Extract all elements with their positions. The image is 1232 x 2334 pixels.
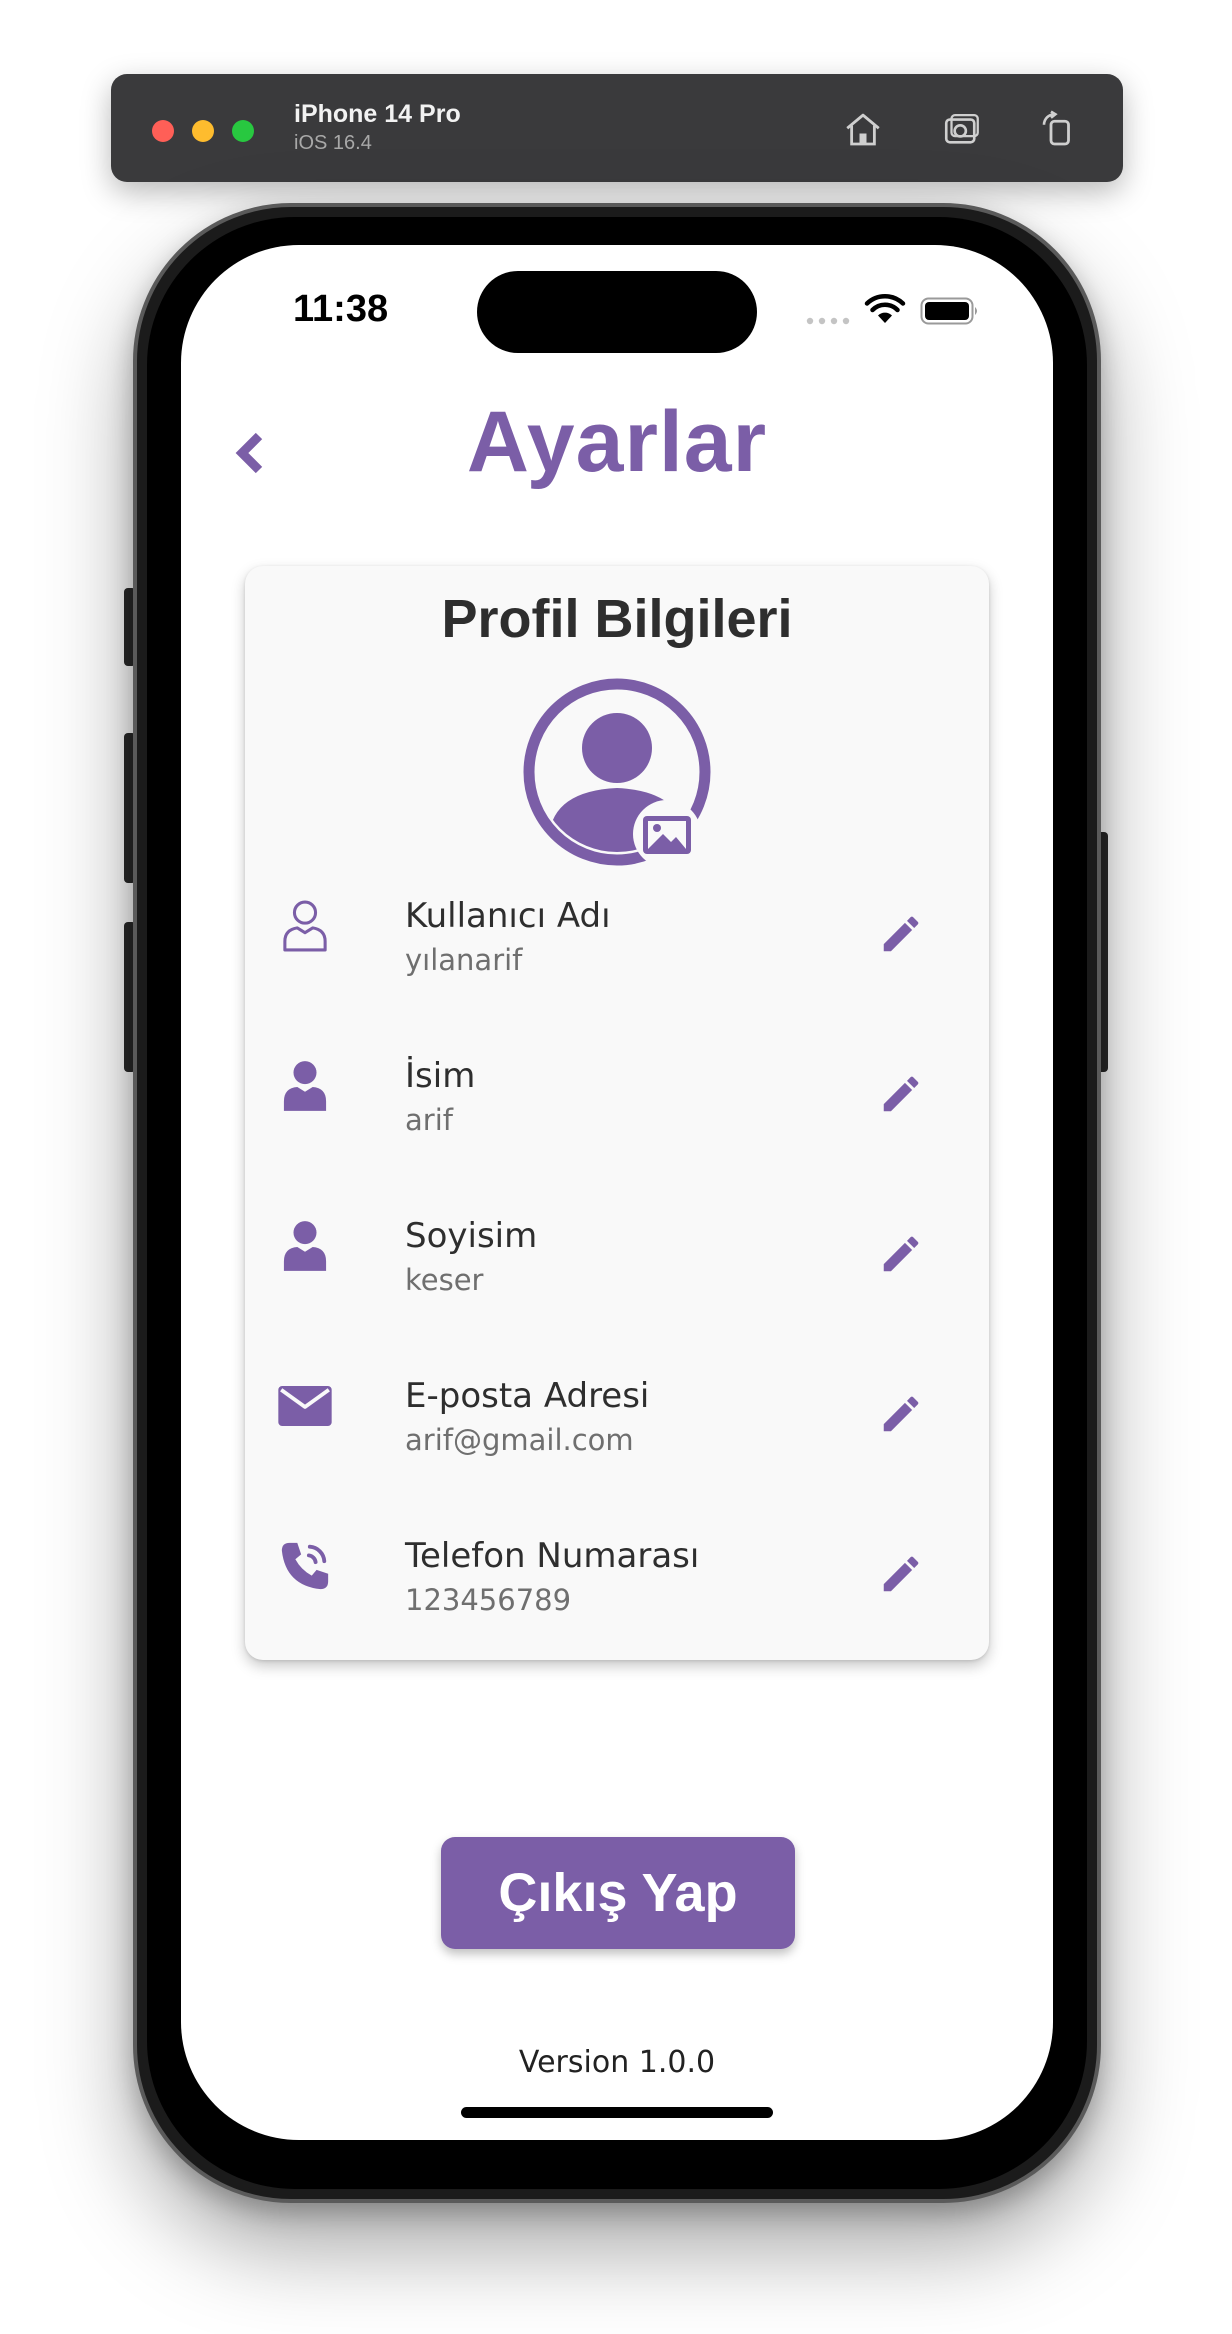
field-label: Soyisim bbox=[405, 1216, 538, 1256]
edit-phone-button[interactable] bbox=[871, 1544, 931, 1604]
profile-card: Profil Bilgileri Kullanıcı Adı yılanarif… bbox=[245, 566, 989, 1660]
device-name: iPhone 14 Pro bbox=[294, 100, 461, 128]
edit-username-button[interactable] bbox=[871, 904, 931, 964]
envelope-icon bbox=[275, 1376, 335, 1436]
field-value: arif bbox=[405, 1103, 453, 1137]
phone-screen: 11:38 Ayarlar Profil Bilgileri Kullanıcı… bbox=[181, 245, 1053, 2140]
app-version: Version 1.0.0 bbox=[518, 2045, 716, 2080]
pencil-icon bbox=[883, 1236, 919, 1272]
logout-button[interactable]: Çıkış Yap bbox=[441, 1837, 795, 1949]
rotate-button[interactable] bbox=[1030, 102, 1086, 158]
profile-field-email: E-posta Adresi arif@gmail.com bbox=[245, 1366, 989, 1496]
field-label: E-posta Adresi bbox=[405, 1376, 650, 1416]
field-value: yılanarif bbox=[405, 943, 523, 977]
pencil-icon bbox=[883, 916, 919, 952]
pencil-icon bbox=[883, 1556, 919, 1592]
status-time: 11:38 bbox=[293, 288, 389, 330]
edit-first-name-button[interactable] bbox=[871, 1064, 931, 1124]
card-title: Profil Bilgileri bbox=[441, 589, 793, 649]
field-value: keser bbox=[405, 1263, 484, 1297]
edit-last-name-button[interactable] bbox=[871, 1224, 931, 1284]
account-circle-photo-icon bbox=[523, 678, 711, 868]
profile-field-username: Kullanıcı Adı yılanarif bbox=[245, 886, 989, 1016]
user-outline-icon bbox=[275, 896, 335, 956]
field-label: Telefon Numarası bbox=[405, 1536, 700, 1576]
minimize-window-button[interactable] bbox=[192, 120, 214, 142]
wifi-icon bbox=[864, 294, 906, 323]
screenshot-button[interactable] bbox=[934, 102, 990, 158]
profile-field-first-name: İsim arif bbox=[245, 1046, 989, 1176]
user-filled-icon bbox=[275, 1056, 335, 1116]
field-value: arif@gmail.com bbox=[405, 1423, 634, 1457]
phone-ringing-icon bbox=[275, 1536, 335, 1596]
edit-email-button[interactable] bbox=[871, 1384, 931, 1444]
pencil-icon bbox=[883, 1076, 919, 1112]
page-title: Ayarlar bbox=[466, 394, 768, 490]
cellular-signal-icon bbox=[806, 317, 850, 325]
user-filled-icon bbox=[275, 1216, 335, 1276]
simulator-title-bar: iPhone 14 Pro iOS 16.4 bbox=[111, 74, 1123, 182]
close-window-button[interactable] bbox=[152, 120, 174, 142]
screenshot-icon bbox=[944, 113, 979, 144]
rotate-icon bbox=[1042, 110, 1070, 146]
battery-icon bbox=[920, 297, 977, 325]
field-value: 123456789 bbox=[405, 1583, 572, 1617]
home-icon bbox=[846, 113, 880, 146]
profile-avatar-button[interactable] bbox=[521, 676, 713, 868]
dynamic-island bbox=[477, 271, 757, 353]
pencil-icon bbox=[883, 1396, 919, 1432]
field-label: İsim bbox=[405, 1056, 476, 1096]
home-button[interactable] bbox=[835, 102, 891, 158]
profile-field-last-name: Soyisim keser bbox=[245, 1206, 989, 1336]
profile-field-phone: Telefon Numarası 123456789 bbox=[245, 1526, 989, 1656]
home-indicator[interactable] bbox=[461, 2107, 773, 2118]
field-label: Kullanıcı Adı bbox=[405, 896, 611, 936]
zoom-window-button[interactable] bbox=[232, 120, 254, 142]
os-version: iOS 16.4 bbox=[294, 132, 372, 154]
